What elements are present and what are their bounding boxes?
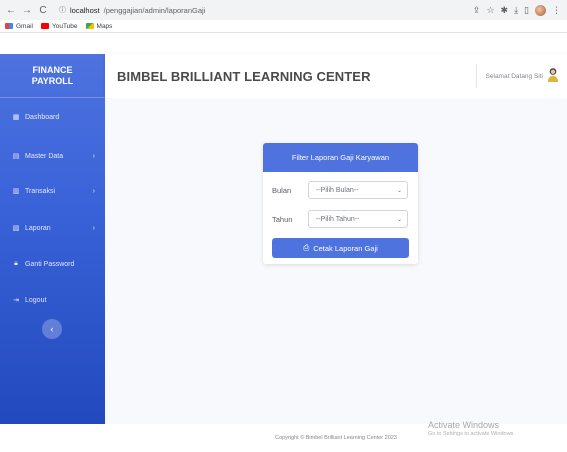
chevron-right-icon: › xyxy=(92,152,95,160)
user-greeting[interactable]: Selamat Datang Siti xyxy=(486,73,543,80)
window-icon[interactable]: ▯ xyxy=(524,5,529,16)
year-select[interactable]: --Pilih Tahun-- ⌄ xyxy=(308,210,408,228)
sidebar-item-label: Laporan xyxy=(25,224,51,232)
main-content: Filter Laporan Gaji Karyawan Bulan --Pil… xyxy=(105,98,567,424)
card-header: Filter Laporan Gaji Karyawan xyxy=(263,143,418,172)
logout-icon: ⇥ xyxy=(13,297,19,304)
sidebar-item-laporan[interactable]: ▧ Laporan › xyxy=(0,221,105,235)
transaction-icon: ▥ xyxy=(12,188,20,195)
sidebar-item-transaksi[interactable]: ▥ Transaksi › xyxy=(0,184,105,198)
watermark-title: Activate Windows xyxy=(428,420,500,430)
report-icon: ▧ xyxy=(12,225,20,232)
youtube-icon xyxy=(40,23,49,29)
year-row: Tahun --Pilih Tahun-- ⌄ xyxy=(272,210,408,228)
year-select-value: --Pilih Tahun-- xyxy=(316,215,360,223)
sidebar-item-label: Transaksi xyxy=(25,187,56,195)
download-icon[interactable]: ⤓ xyxy=(514,5,518,16)
user-avatar-icon[interactable] xyxy=(547,67,559,83)
forward-icon[interactable]: → xyxy=(22,5,32,16)
month-select-value: --Pilih Bulan-- xyxy=(316,186,359,194)
database-icon: ▤ xyxy=(12,153,20,160)
sidebar-item-label: Ganti Password xyxy=(25,260,75,268)
share-icon[interactable]: ⇪ xyxy=(473,5,481,16)
copyright-text: Copyright © Bimbel Brilliant Learning Ce… xyxy=(275,435,397,441)
filter-card: Filter Laporan Gaji Karyawan Bulan --Pil… xyxy=(263,143,418,264)
print-icon: ⎙ xyxy=(303,243,310,252)
bookmark-label: Maps xyxy=(96,22,113,30)
sidebar-item-label: Logout xyxy=(25,296,47,304)
month-row: Bulan --Pilih Bulan-- ⌄ xyxy=(272,181,408,199)
sidebar-brand[interactable]: FINANCE PAYROLL xyxy=(0,54,105,98)
chevron-down-icon: ⌄ xyxy=(396,187,402,194)
year-label: Tahun xyxy=(272,214,293,224)
url-host: localhost xyxy=(70,5,100,15)
print-report-button[interactable]: ⎙ Cetak Laporan Gaji xyxy=(272,238,409,258)
app-window: FINANCE PAYROLL ▦ Dashboard ▤ Master Dat… xyxy=(0,54,567,452)
bookmark-gmail[interactable]: Gmail xyxy=(5,23,33,30)
dashboard-icon: ▦ xyxy=(12,114,20,121)
sidebar-toggle-button[interactable]: ‹ xyxy=(42,319,62,339)
topbar: BIMBEL BRILLIANT LEARNING CENTER Selamat… xyxy=(105,54,567,98)
profile-avatar[interactable] xyxy=(535,4,546,16)
bookmark-label: Gmail xyxy=(16,22,33,30)
bookmark-label: YouTube xyxy=(51,22,78,30)
sidebar-item-dashboard[interactable]: ▦ Dashboard xyxy=(0,110,105,124)
bookmarks-bar: Gmail YouTube Maps xyxy=(0,20,567,33)
address-bar[interactable]: ⓘ localhost/penggajian/admin/laporanGaji xyxy=(54,3,414,17)
page-title: BIMBEL BRILLIANT LEARNING CENTER xyxy=(117,68,371,84)
sidebar: FINANCE PAYROLL ▦ Dashboard ▤ Master Dat… xyxy=(0,54,105,424)
chevron-right-icon: › xyxy=(92,224,95,232)
bookmark-maps[interactable]: Maps xyxy=(85,22,113,30)
sidebar-item-label: Dashboard xyxy=(25,113,60,121)
chevron-right-icon: › xyxy=(92,187,95,195)
gmail-icon xyxy=(5,23,13,29)
url-path: /penggajian/admin/laporanGaji xyxy=(103,5,206,15)
sidebar-item-ganti-password[interactable]: 🔒︎ Ganti Password xyxy=(0,257,105,271)
browser-toolbar: ← → C ⓘ localhost/penggajian/admin/lapor… xyxy=(0,0,567,20)
brand-line-1: FINANCE xyxy=(32,64,73,75)
more-icon[interactable]: ⋮ xyxy=(552,5,561,16)
topbar-divider xyxy=(476,64,477,88)
bookmark-youtube[interactable]: YouTube xyxy=(40,22,78,30)
brand-line-2: PAYROLL xyxy=(31,75,74,86)
chevron-left-icon: ‹ xyxy=(50,324,54,334)
chevron-down-icon: ⌄ xyxy=(396,216,402,223)
sidebar-item-master-data[interactable]: ▤ Master Data › xyxy=(0,149,105,163)
extensions-icon[interactable]: ✱ xyxy=(501,5,509,16)
sidebar-item-logout[interactable]: ⇥ Logout xyxy=(0,293,105,307)
sidebar-item-label: Master Data xyxy=(25,152,64,160)
watermark-subtitle: Go to Settings to activate Windows. xyxy=(428,431,515,437)
browser-actions: ⇪ ☆ ✱ ⤓ ▯ ⋮ xyxy=(473,4,561,16)
maps-icon xyxy=(85,23,94,29)
back-icon[interactable]: ← xyxy=(6,5,16,16)
month-label: Bulan xyxy=(272,185,292,195)
reload-icon[interactable]: C xyxy=(38,5,48,16)
lock-icon: 🔒︎ xyxy=(14,260,18,267)
print-button-label: Cetak Laporan Gaji xyxy=(313,243,378,253)
star-icon[interactable]: ☆ xyxy=(486,5,494,16)
activation-watermark: Activate Windows Go to Settings to activ… xyxy=(428,420,515,437)
site-info-icon[interactable]: ⓘ xyxy=(59,5,66,15)
month-select[interactable]: --Pilih Bulan-- ⌄ xyxy=(308,181,408,199)
